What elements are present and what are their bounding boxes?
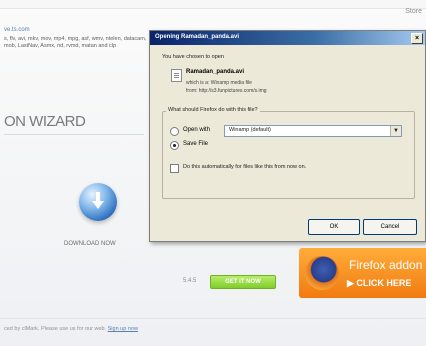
dialog-intro: You have chosen to open	[162, 54, 224, 60]
version-text: 5.4.5	[183, 278, 197, 284]
globe-download-icon[interactable]	[79, 183, 117, 221]
footer-message: ced by clMark. Please use us for our web…	[4, 326, 108, 332]
wizard-heading: ON WIZARD	[4, 113, 86, 130]
footer-divider	[0, 318, 426, 319]
footer-text: ced by clMark. Please use us for our web…	[4, 326, 138, 332]
auto-action-label[interactable]: Do this automatically for files like thi…	[183, 164, 306, 170]
file-source: from: http://s3.funpictures.com/s.img	[186, 88, 267, 94]
file-link[interactable]: ve.ts.com	[4, 27, 30, 33]
divider	[4, 134, 144, 135]
get-it-now-button[interactable]: GET IT NOW	[210, 275, 276, 289]
save-file-label[interactable]: Save File	[183, 141, 208, 147]
dropdown-arrow-icon[interactable]: ▼	[390, 126, 401, 136]
file-name: Ramadan_panda.avi	[186, 69, 245, 75]
close-icon[interactable]: ×	[411, 33, 423, 44]
footer-signup-link[interactable]: Sign up now	[108, 326, 138, 332]
firefox-click-here[interactable]: ▶ CLICK HERE	[347, 278, 411, 289]
file-type: which is a: Winamp media file	[186, 80, 252, 86]
open-with-app-value: Winamp (default)	[229, 127, 271, 133]
open-with-select[interactable]: Winamp (default) ▼	[224, 125, 402, 137]
open-with-radio[interactable]	[170, 127, 179, 136]
action-question: What should Firefox do with this file?	[166, 107, 260, 113]
dialog-title: Opening Ramadan_panda.avi	[155, 34, 240, 40]
download-arrow-icon	[92, 192, 104, 209]
auto-action-checkbox[interactable]	[170, 164, 179, 173]
file-icon	[171, 69, 182, 82]
firefox-addon-banner[interactable]: Firefox addon ▶ CLICK HERE	[299, 248, 426, 298]
top-bar	[0, 0, 426, 9]
firefox-icon	[305, 256, 339, 290]
save-file-radio[interactable]	[170, 141, 179, 150]
download-now-label[interactable]: DOWNLOAD NOW	[64, 241, 116, 247]
opening-file-dialog: Opening Ramadan_panda.avi × You have cho…	[149, 30, 426, 242]
cancel-button[interactable]: Cancel	[363, 219, 417, 235]
open-with-label[interactable]: Open with	[183, 127, 210, 133]
supported-formats-text: s, flv, avi, mkv, mov, mp4, mpg, asf, wm…	[4, 36, 147, 49]
dialog-title-bar[interactable]: Opening Ramadan_panda.avi ×	[150, 31, 425, 45]
firefox-banner-title: Firefox addon	[349, 258, 423, 272]
ok-button[interactable]: OK	[308, 219, 360, 235]
store-link[interactable]: Store	[405, 8, 422, 15]
